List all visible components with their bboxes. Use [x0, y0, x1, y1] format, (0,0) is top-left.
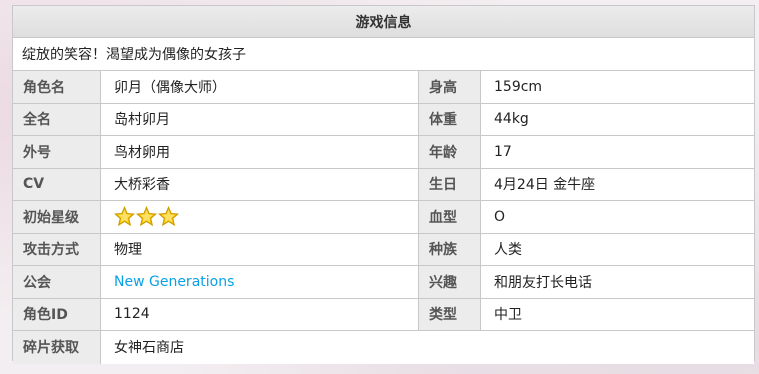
- value-attack-type: 物理: [101, 233, 419, 265]
- label-birthday: 生日: [419, 168, 481, 200]
- label-hobby: 兴趣: [419, 266, 481, 298]
- label-weight: 体重: [419, 103, 481, 135]
- label-initial-rarity: 初始星级: [13, 201, 101, 233]
- table-row: 角色名 卯月（偶像大师） 身高 159cm: [13, 71, 754, 104]
- value-age: 17: [481, 136, 754, 168]
- label-shard-source: 碎片获取: [13, 331, 101, 364]
- game-info-panel: 游戏信息 绽放的笑容！渴望成为偶像的女孩子 角色名 卯月（偶像大师） 身高 15…: [12, 5, 755, 364]
- value-position-type: 中卫: [481, 298, 754, 330]
- value-weight: 44kg: [481, 103, 754, 135]
- star-icon: [158, 206, 179, 227]
- label-height: 身高: [419, 71, 481, 103]
- value-character-name: 卯月（偶像大师）: [101, 71, 419, 103]
- label-full-name: 全名: [13, 103, 101, 135]
- value-blood-type: O: [481, 201, 754, 233]
- info-table: 角色名 卯月（偶像大师） 身高 159cm 全名 岛村卯月 体重 44kg 外号…: [13, 71, 754, 364]
- value-full-name: 岛村卯月: [101, 103, 419, 135]
- star-icon: [136, 206, 157, 227]
- value-nickname: 鸟材卵用: [101, 136, 419, 168]
- table-row: 初始星级 血型 O: [13, 201, 754, 234]
- table-row: 全名 岛村卯月 体重 44kg: [13, 103, 754, 136]
- value-initial-rarity: [101, 201, 419, 233]
- label-character-name: 角色名: [13, 71, 101, 103]
- value-race: 人类: [481, 233, 754, 265]
- label-attack-type: 攻击方式: [13, 233, 101, 265]
- table-row: 碎片获取 女神石商店: [13, 331, 754, 364]
- value-guild: New Generations: [101, 266, 419, 298]
- value-hobby: 和朋友打长电话: [481, 266, 754, 298]
- label-guild: 公会: [13, 266, 101, 298]
- label-race: 种族: [419, 233, 481, 265]
- label-character-id: 角色ID: [13, 298, 101, 330]
- value-cv: 大桥彩香: [101, 168, 419, 200]
- label-blood-type: 血型: [419, 201, 481, 233]
- label-position-type: 类型: [419, 298, 481, 330]
- character-tagline: 绽放的笑容！渴望成为偶像的女孩子: [13, 38, 754, 71]
- value-character-id: 1124: [101, 298, 419, 330]
- table-row: 角色ID 1124 类型 中卫: [13, 298, 754, 331]
- table-row: CV 大桥彩香 生日 4月24日 金牛座: [13, 168, 754, 201]
- star-icon: [114, 206, 135, 227]
- label-cv: CV: [13, 168, 101, 200]
- table-row: 攻击方式 物理 种族 人类: [13, 233, 754, 266]
- value-birthday: 4月24日 金牛座: [481, 168, 754, 200]
- star-rating: [114, 206, 179, 227]
- value-shard-source: 女神石商店: [101, 331, 754, 364]
- value-height: 159cm: [481, 71, 754, 103]
- table-row: 外号 鸟材卵用 年龄 17: [13, 136, 754, 169]
- label-nickname: 外号: [13, 136, 101, 168]
- table-row: 公会 New Generations 兴趣 和朋友打长电话: [13, 266, 754, 299]
- guild-link[interactable]: New Generations: [114, 274, 234, 290]
- panel-title: 游戏信息: [13, 6, 754, 38]
- label-age: 年龄: [419, 136, 481, 168]
